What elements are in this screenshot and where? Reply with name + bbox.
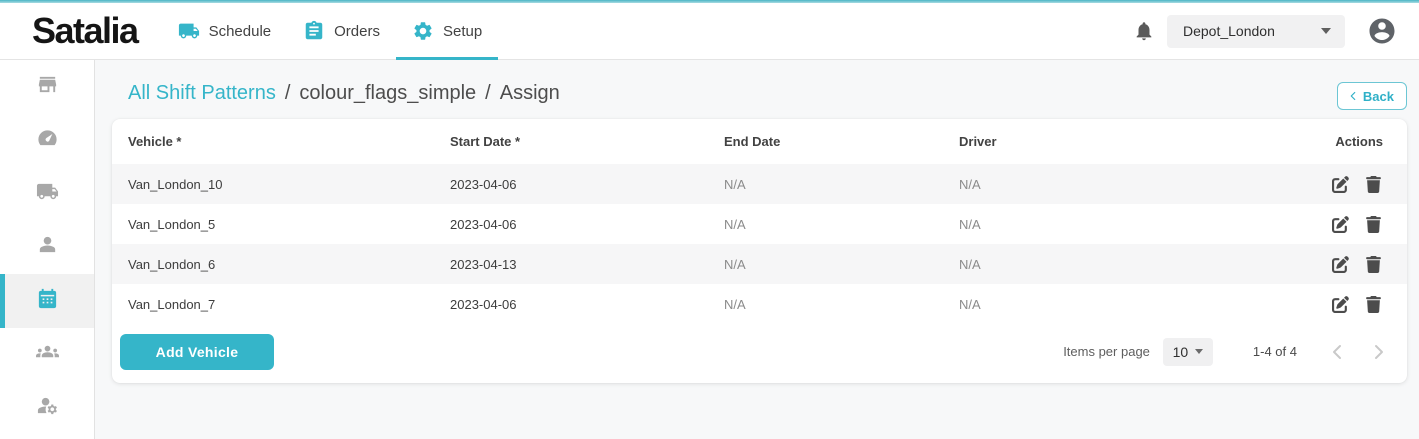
table-footer: Add Vehicle Items per page 10 1-4 of 4 [112,324,1407,379]
table-row: Van_London_10 2023-04-06 N/A N/A [112,164,1407,204]
add-vehicle-button[interactable]: Add Vehicle [120,334,274,370]
row-actions [1271,216,1407,233]
cell-end-date: N/A [724,257,959,272]
table-row: Van_London_6 2023-04-13 N/A N/A [112,244,1407,284]
tab-setup[interactable]: Setup [396,3,498,59]
pagination: Items per page 10 1-4 of 4 [1063,338,1407,366]
back-button-label: Back [1363,89,1394,104]
items-per-page-value: 10 [1173,344,1189,360]
tab-schedule-label: Schedule [209,23,272,40]
left-sidebar [0,60,95,439]
previous-page-button[interactable] [1325,340,1349,364]
sidebar-item-dashboard[interactable] [0,114,94,168]
truck-icon [36,180,59,208]
edit-icon[interactable] [1332,176,1349,193]
truck-icon [178,20,200,42]
depot-selector[interactable]: Depot_London [1167,15,1345,48]
cell-vehicle: Van_London_5 [112,217,450,232]
sidebar-item-depots[interactable] [0,60,94,114]
sidebar-item-user-management[interactable] [0,381,94,435]
cell-driver: N/A [959,177,1271,192]
navbar-right: Depot_London [1133,15,1397,48]
breadcrumb-separator: / [485,82,491,105]
cell-start-date: 2023-04-06 [450,177,724,192]
edit-icon[interactable] [1332,256,1349,273]
cell-start-date: 2023-04-06 [450,297,724,312]
people-gear-icon [36,394,59,422]
tab-schedule[interactable]: Schedule [162,3,288,59]
depot-selector-value: Depot_London [1183,23,1275,39]
cell-end-date: N/A [724,177,959,192]
column-header-start-date: Start Date * [450,134,724,149]
cell-start-date: 2023-04-06 [450,217,724,232]
pagination-range: 1-4 of 4 [1253,344,1297,359]
column-header-end-date: End Date [724,134,959,149]
bell-icon[interactable] [1133,20,1155,42]
assignment-table-card: Vehicle * Start Date * End Date Driver A… [112,119,1407,383]
store-icon [36,73,59,101]
tab-orders-label: Orders [334,23,380,40]
items-per-page-select[interactable]: 10 [1163,338,1213,366]
table-row: Van_London_7 2023-04-06 N/A N/A [112,284,1407,324]
cell-end-date: N/A [724,217,959,232]
main-nav: Schedule Orders Setup [162,3,499,59]
breadcrumb-link-all-shift-patterns[interactable]: All Shift Patterns [128,82,276,105]
breadcrumb-item-current: Assign [500,82,560,105]
cell-vehicle: Van_London_10 [112,177,450,192]
row-actions [1271,176,1407,193]
table-row: Van_London_5 2023-04-06 N/A N/A [112,204,1407,244]
chevron-left-icon [1346,89,1360,103]
clipboard-icon [303,20,325,42]
cell-driver: N/A [959,257,1271,272]
tab-orders[interactable]: Orders [287,3,396,59]
cell-start-date: 2023-04-13 [450,257,724,272]
trash-icon[interactable] [1365,296,1382,313]
gauge-icon [36,126,59,154]
edit-icon[interactable] [1332,296,1349,313]
column-header-vehicle: Vehicle * [112,134,450,149]
column-header-driver: Driver [959,134,1271,149]
trash-icon[interactable] [1365,176,1382,193]
sidebar-item-vehicles[interactable] [0,167,94,221]
items-per-page-label: Items per page [1063,344,1150,359]
app-window: Satalia Schedule Orders Setup Depot_Lond… [0,0,1419,439]
satalia-logo: Satalia [32,13,138,49]
chevron-down-icon [1321,28,1331,34]
sidebar-item-drivers[interactable] [0,221,94,275]
user-avatar-icon[interactable] [1367,16,1397,46]
sidebar-item-teams[interactable] [0,328,94,382]
breadcrumb-separator: / [285,82,291,105]
gear-icon [412,20,434,42]
edit-icon[interactable] [1332,216,1349,233]
people-icon [36,340,59,368]
top-navbar: Satalia Schedule Orders Setup Depot_Lond… [0,3,1419,60]
cell-driver: N/A [959,297,1271,312]
next-page-button[interactable] [1367,340,1391,364]
calendar-icon [36,287,59,315]
row-actions [1271,296,1407,313]
table-header-row: Vehicle * Start Date * End Date Driver A… [112,119,1407,164]
chevron-down-icon [1195,349,1203,354]
back-button[interactable]: Back [1337,82,1407,110]
cell-vehicle: Van_London_6 [112,257,450,272]
column-header-actions: Actions [1271,134,1407,149]
row-actions [1271,256,1407,273]
trash-icon[interactable] [1365,256,1382,273]
tab-setup-label: Setup [443,23,482,40]
person-icon [36,233,59,261]
breadcrumb-item-pattern: colour_flags_simple [299,82,476,105]
trash-icon[interactable] [1365,216,1382,233]
cell-vehicle: Van_London_7 [112,297,450,312]
sidebar-item-shift-patterns[interactable] [0,274,94,328]
breadcrumb: All Shift Patterns / colour_flags_simple… [128,82,560,105]
main-content: All Shift Patterns / colour_flags_simple… [95,60,1419,439]
cell-driver: N/A [959,217,1271,232]
cell-end-date: N/A [724,297,959,312]
